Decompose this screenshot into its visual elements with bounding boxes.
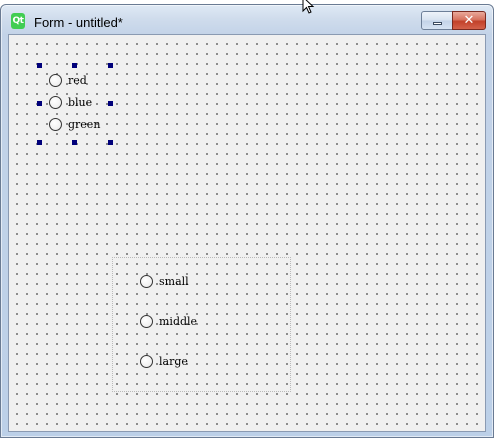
radio-circle	[49, 117, 62, 131]
radio-circle	[140, 314, 153, 328]
radio-circle	[140, 354, 153, 368]
title-bar[interactable]: Qt Form - untitled* ✕	[1, 5, 493, 35]
selection-handle-top-right[interactable]	[108, 63, 113, 68]
selection-handle-bottom-left[interactable]	[37, 140, 42, 145]
radio-circle	[140, 274, 153, 288]
radio-large[interactable]: large	[140, 353, 188, 369]
radio-green[interactable]: green	[49, 116, 100, 132]
radio-circle	[49, 95, 62, 109]
radio-label: green	[68, 117, 101, 131]
qt-logo-icon: Qt	[11, 13, 25, 29]
radio-circle	[49, 73, 62, 87]
close-button[interactable]: ✕	[452, 11, 486, 30]
minimize-button[interactable]	[421, 11, 453, 30]
radio-red[interactable]: red	[49, 72, 87, 88]
radio-label: large	[159, 354, 188, 368]
radio-label: red	[68, 73, 87, 87]
window-title: Form - untitled*	[34, 15, 123, 30]
selection-handle-top[interactable]	[72, 63, 77, 68]
designer-form-window: Qt Form - untitled* ✕ red blue green sma…	[0, 4, 494, 438]
radio-small[interactable]: small	[140, 273, 189, 289]
selection-handle-top-left[interactable]	[37, 63, 42, 68]
radio-label: middle	[159, 314, 198, 328]
minimize-icon	[433, 22, 442, 25]
selection-handle-bottom[interactable]	[72, 140, 77, 145]
selection-handle-right[interactable]	[108, 101, 113, 106]
radio-label: blue	[68, 95, 93, 109]
selection-handle-bottom-right[interactable]	[108, 140, 113, 145]
selection-handle-left[interactable]	[37, 101, 42, 106]
radio-label: small	[159, 274, 189, 288]
mouse-pointer-icon	[302, 0, 315, 14]
radio-blue[interactable]: blue	[49, 94, 92, 110]
form-canvas[interactable]: red blue green small middle large	[8, 34, 486, 432]
radio-middle[interactable]: middle	[140, 313, 197, 329]
size-layout-frame[interactable]	[112, 257, 291, 392]
